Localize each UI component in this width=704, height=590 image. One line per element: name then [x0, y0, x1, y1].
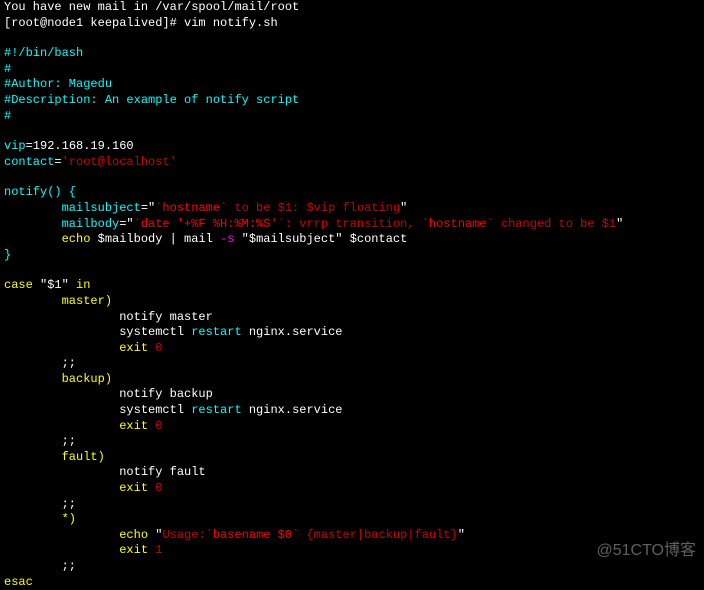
case-keyword: case: [4, 278, 33, 292]
exit-cmd: exit: [4, 543, 148, 557]
close-brace: }: [4, 248, 11, 262]
double-semicolon: ;;: [4, 559, 76, 573]
exit-code: 0: [148, 481, 162, 495]
notify-fault-call: notify fault: [4, 465, 206, 479]
mail-notice: You have new mail in /var/spool/mail/roo…: [4, 0, 299, 14]
case-master: master): [4, 294, 112, 308]
quote: ": [126, 217, 133, 231]
string-text: : vrrp transition,: [285, 217, 422, 231]
case-var: "$1": [33, 278, 76, 292]
notify-master-call: notify master: [4, 310, 213, 324]
shebang-line: #!/bin/bash: [4, 46, 83, 60]
echo-body: $mailbody |: [90, 232, 184, 246]
terminal-output: You have new mail in /var/spool/mail/roo…: [4, 0, 700, 590]
exit-cmd: exit: [4, 419, 148, 433]
double-semicolon: ;;: [4, 356, 76, 370]
nginx-service: nginx.service: [242, 325, 343, 339]
exit-code: 0: [148, 419, 162, 433]
double-semicolon: ;;: [4, 497, 76, 511]
contact-value: 'root@localhost': [62, 155, 177, 169]
string-text: changed to be $1: [494, 217, 616, 231]
echo-cmd: echo: [4, 232, 90, 246]
backtick-hostname: `hostname`: [422, 217, 494, 231]
backtick-basename: `basename $0`: [206, 528, 300, 542]
notify-function: notify() {: [4, 185, 76, 199]
exit-code: 0: [148, 341, 162, 355]
var-contact: contact: [4, 155, 54, 169]
in-keyword: in: [76, 278, 90, 292]
case-default: *): [4, 512, 76, 526]
exit-cmd: exit: [4, 481, 148, 495]
mail-subject-arg: "$mailsubject": [234, 232, 349, 246]
case-fault: fault): [4, 450, 105, 464]
backtick-date: `date '+%F %H:%M:%S'`: [134, 217, 285, 231]
usage-text: Usage:: [162, 528, 205, 542]
exit-cmd: exit: [4, 341, 148, 355]
string-text: to be $1: $vip floating: [227, 201, 400, 215]
esac-keyword: esac: [4, 575, 33, 589]
notify-backup-call: notify backup: [4, 387, 213, 401]
systemctl-cmd: systemctl: [4, 325, 191, 339]
usage-options: {master|backup|fault}: [299, 528, 457, 542]
eq-sign: =: [141, 201, 148, 215]
mail-flag: -s: [220, 232, 234, 246]
var-mailsubject: mailsubject: [4, 201, 141, 215]
comment-author: #Author: Magedu: [4, 77, 112, 91]
case-backup: backup): [4, 372, 112, 386]
double-semicolon: ;;: [4, 434, 76, 448]
quote: ": [400, 201, 407, 215]
restart-subcmd: restart: [191, 325, 241, 339]
var-mailbody: mailbody: [4, 217, 119, 231]
comment-description: #Description: An example of notify scrip…: [4, 93, 299, 107]
quote: ": [616, 217, 623, 231]
echo-cmd: echo: [4, 528, 155, 542]
vip-value: =192.168.19.160: [26, 139, 134, 153]
eq-sign: =: [54, 155, 61, 169]
restart-subcmd: restart: [191, 403, 241, 417]
backtick-hostname: `hostname`: [155, 201, 227, 215]
mail-cmd: mail: [184, 232, 220, 246]
vim-command[interactable]: vim notify.sh: [184, 16, 278, 30]
shell-prompt: [root@node1 keepalived]#: [4, 16, 184, 30]
mail-contact-arg: $contact: [350, 232, 408, 246]
var-vip: vip: [4, 139, 26, 153]
exit-code: 1: [148, 543, 162, 557]
nginx-service: nginx.service: [242, 403, 343, 417]
comment-hash: #: [4, 109, 11, 123]
watermark: @51CTO博客: [596, 541, 696, 562]
systemctl-cmd: systemctl: [4, 403, 191, 417]
quote: ": [458, 528, 465, 542]
comment-hash: #: [4, 62, 11, 76]
